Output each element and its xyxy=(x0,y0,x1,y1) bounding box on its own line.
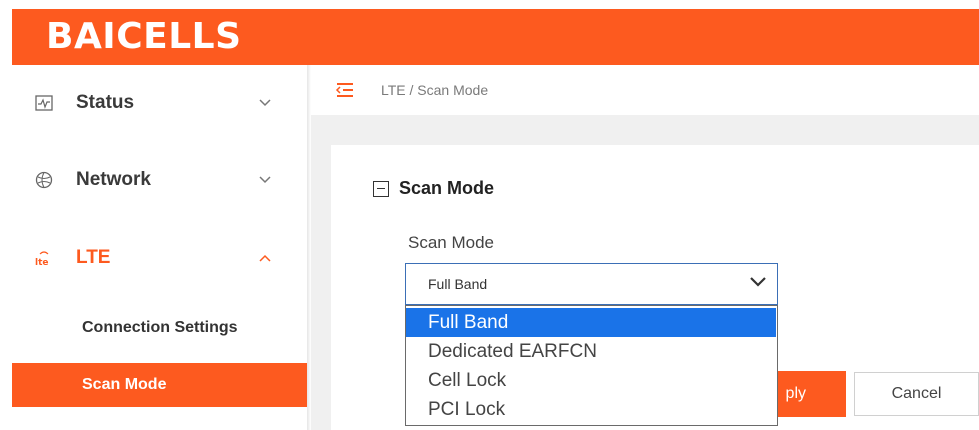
svg-text:lte: lte xyxy=(35,258,49,267)
status-monitor-icon xyxy=(34,93,54,113)
apply-button-label: ply xyxy=(785,385,806,402)
sidebar-item-label: Status xyxy=(76,92,135,113)
sidebar-item-status[interactable]: Status xyxy=(12,78,307,128)
sidebar: Status Network lte LTE Connection Settin… xyxy=(12,65,307,430)
cancel-button-label: Cancel xyxy=(891,385,942,402)
select-value: Full Band xyxy=(428,276,488,292)
sidebar-subitem-scan-mode[interactable]: Scan Mode xyxy=(12,363,307,407)
dropdown-option[interactable]: Dedicated EARFCN xyxy=(406,337,776,366)
chevron-down-icon xyxy=(749,275,767,293)
breadcrumb: LTE / Scan Mode xyxy=(381,82,489,98)
sidebar-subitem-connection-settings[interactable]: Connection Settings xyxy=(12,306,307,350)
top-header-bar: BAICELLS xyxy=(12,9,979,65)
dropdown-option[interactable]: Full Band xyxy=(406,308,776,337)
sidebar-item-lte[interactable]: lte LTE xyxy=(12,233,307,283)
sidebar-subitem-label: Connection Settings xyxy=(82,319,238,336)
chevron-down-icon[interactable] xyxy=(257,95,273,111)
baicells-logo: BAICELLS xyxy=(46,16,242,57)
sidebar-item-label: Network xyxy=(76,169,151,190)
scan-mode-select[interactable]: Full Band xyxy=(405,263,778,305)
scan-mode-label: Scan Mode xyxy=(408,233,494,252)
collapse-minus-icon[interactable] xyxy=(373,180,389,197)
sidebar-item-label: LTE xyxy=(76,247,111,268)
chevron-up-icon[interactable] xyxy=(257,250,273,266)
lte-icon: lte xyxy=(34,248,54,268)
menu-collapse-icon[interactable] xyxy=(335,82,355,103)
breadcrumb-bar: LTE / Scan Mode xyxy=(311,65,979,115)
scan-mode-dropdown-list: Full Band Dedicated EARFCN Cell Lock PCI… xyxy=(405,305,778,426)
chevron-down-icon[interactable] xyxy=(257,172,273,188)
cancel-button[interactable]: Cancel xyxy=(854,372,979,416)
globe-icon xyxy=(34,170,54,190)
section-header: Scan Mode xyxy=(373,178,494,199)
dropdown-option[interactable]: PCI Lock xyxy=(406,395,776,424)
sidebar-item-network[interactable]: Network xyxy=(12,155,307,205)
dropdown-option[interactable]: Cell Lock xyxy=(406,366,776,395)
sidebar-subitem-label: Scan Mode xyxy=(82,376,167,393)
section-title: Scan Mode xyxy=(399,178,495,198)
